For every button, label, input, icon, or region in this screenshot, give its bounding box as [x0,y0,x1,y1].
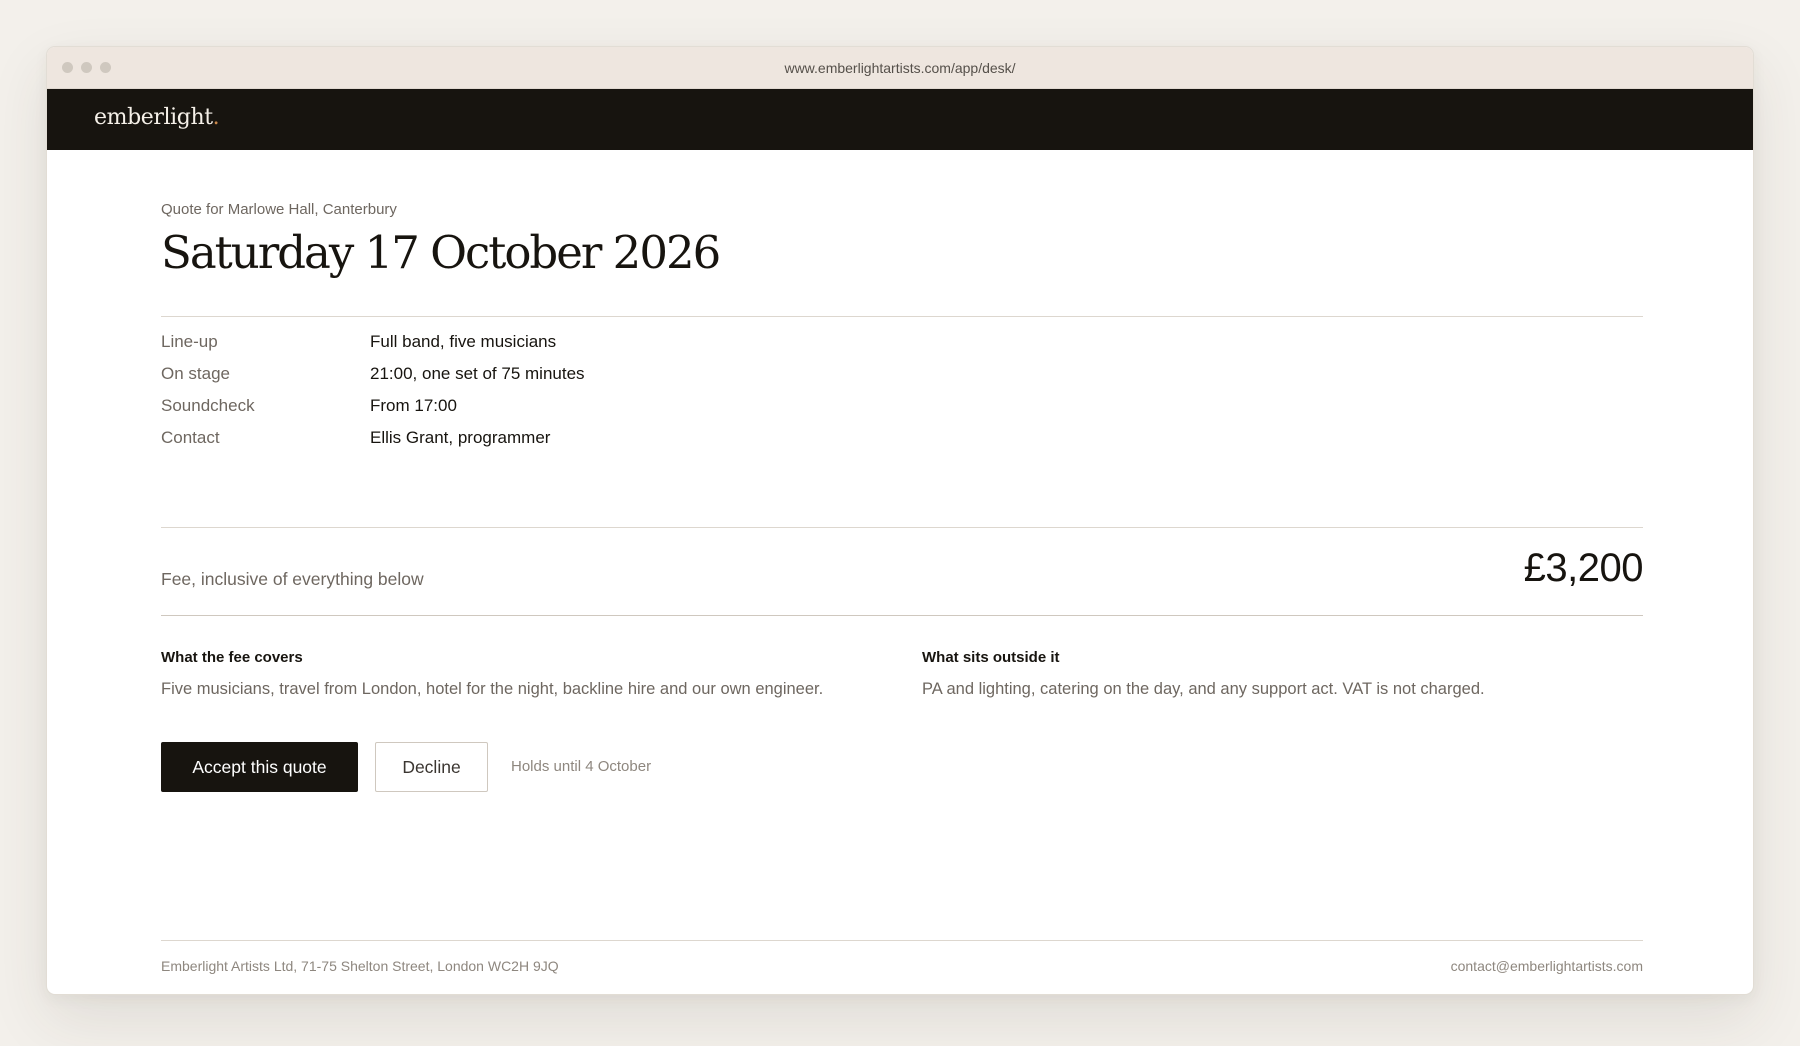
detail-row-soundcheck: Soundcheck From 17:00 [161,396,861,428]
fee-excludes-heading: What sits outside it [922,649,1060,666]
address-bar-url[interactable]: www.emberlightartists.com/app/desk/ [47,60,1753,76]
browser-window: www.emberlightartists.com/app/desk/ embe… [46,46,1754,995]
fee-covers-section: What the fee covers Five musicians, trav… [161,649,881,700]
detail-row-lineup: Line-up Full band, five musicians [161,332,861,364]
detail-value: 21:00, one set of 75 minutes [370,364,585,383]
page-title: Saturday 17 October 2026 [161,226,721,279]
detail-row-on-stage: On stage 21:00, one set of 75 minutes [161,364,861,396]
quote-expiry-note: Holds until 4 October [511,758,652,775]
divider [161,615,1643,616]
footer-email-link[interactable]: contact@emberlightartists.com [1451,958,1643,974]
detail-label: Line-up [161,332,218,351]
footer-address: Emberlight Artists Ltd, 71-75 Shelton St… [161,958,559,974]
accept-quote-button[interactable]: Accept this quote [161,742,358,792]
detail-row-contact: Contact Ellis Grant, programmer [161,428,861,460]
app-header: emberlight. [47,89,1753,150]
fee-excludes-section: What sits outside it PA and lighting, ca… [922,649,1642,700]
browser-titlebar: www.emberlightartists.com/app/desk/ [47,47,1753,89]
fee-excludes-text: PA and lighting, catering on the day, an… [922,680,1485,698]
divider [161,316,1643,317]
fee-covers-heading: What the fee covers [161,649,303,666]
brand-logo-dot: . [212,105,220,130]
fee-label: Fee, inclusive of everything below [161,569,424,589]
event-details-list: Line-up Full band, five musicians On sta… [161,332,861,460]
quote-content: Quote for Marlowe Hall, Canterbury Satur… [161,150,1644,994]
detail-value: Full band, five musicians [370,332,557,351]
brand-logo-text: emberlight [94,105,213,130]
quote-venue-eyebrow: Quote for Marlowe Hall, Canterbury [161,201,397,218]
divider [161,527,1643,528]
detail-label: On stage [161,364,230,383]
footer-divider [161,940,1643,941]
detail-value: From 17:00 [370,396,457,415]
fee-covers-text: Five musicians, travel from London, hote… [161,680,824,698]
fee-amount: £3,200 [1523,546,1644,590]
detail-label: Contact [161,428,220,447]
brand-logo[interactable]: emberlight. [94,105,220,130]
detail-label: Soundcheck [161,396,255,415]
detail-value: Ellis Grant, programmer [370,428,551,447]
decline-button[interactable]: Decline [375,742,488,792]
